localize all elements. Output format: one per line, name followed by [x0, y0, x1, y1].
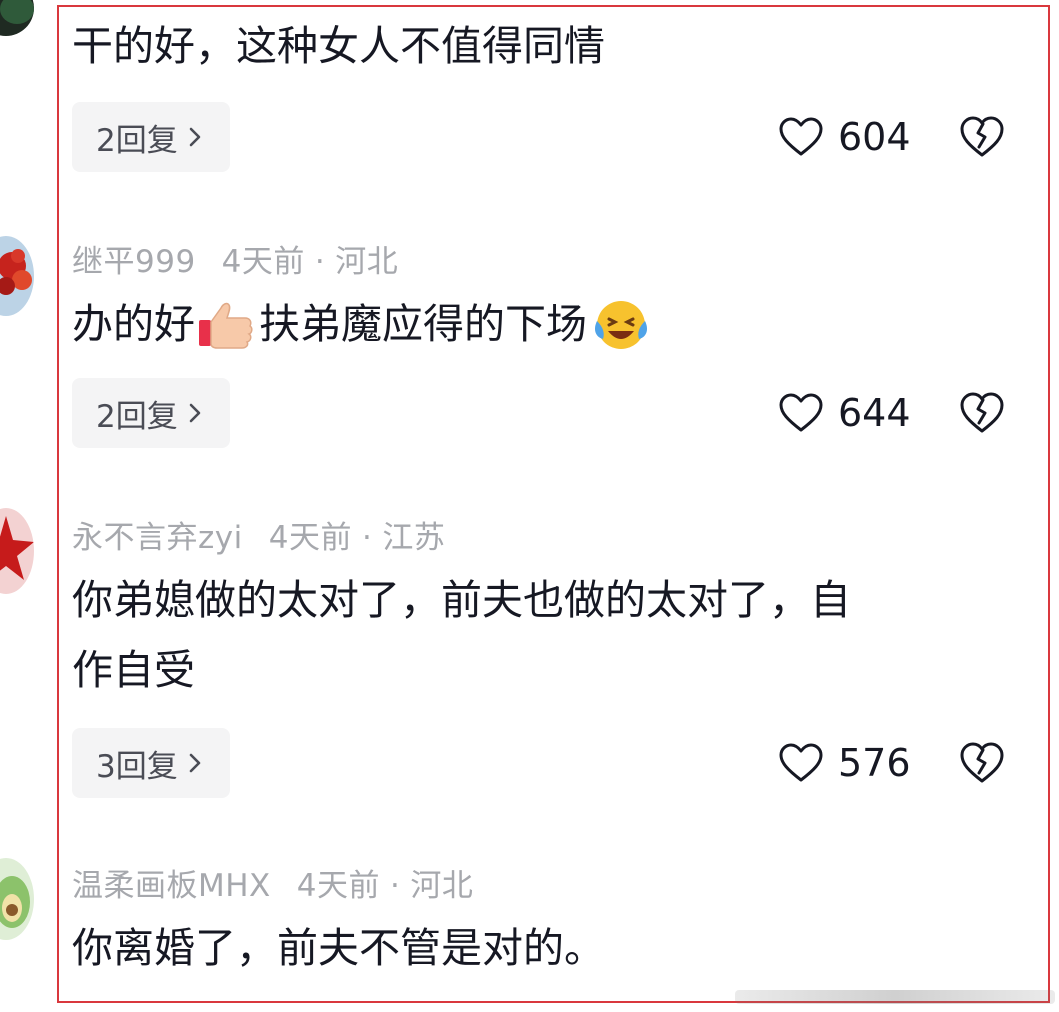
comment-meta: 温柔画板MHX 4天前 · 河北 — [72, 860, 473, 905]
location: 江苏 — [382, 520, 446, 556]
avatar-comment-2[interactable] — [0, 236, 34, 316]
broken-heart-icon[interactable] — [958, 740, 1006, 786]
reply-count-label: 3回复 — [96, 748, 178, 785]
time-ago: 4天前 — [296, 868, 381, 904]
chevron-right-icon — [189, 753, 201, 773]
heart-icon — [779, 393, 823, 432]
location: 河北 — [335, 244, 399, 280]
avatar-comment-4[interactable] — [0, 858, 34, 940]
like-count: 576 — [838, 741, 911, 785]
comment-text-line: 作自受 — [72, 646, 195, 694]
comment-meta: 永不言弃zyi 4天前 · 江苏 — [72, 512, 445, 557]
meta-dot: · — [361, 520, 373, 556]
comment-text-part: 扶弟魔应得的下场 — [259, 300, 587, 348]
broken-heart-icon[interactable] — [958, 114, 1006, 160]
time-ago: 4天前 — [268, 520, 352, 556]
view-replies-button[interactable]: 2回复 — [72, 378, 230, 448]
broken-heart-icon[interactable] — [958, 390, 1006, 436]
view-replies-button[interactable]: 3回复 — [72, 728, 230, 798]
reply-count-label: 2回复 — [96, 398, 178, 435]
time-ago: 4天前 — [221, 244, 305, 280]
comment-meta: 继平999 4天前 · 河北 — [72, 236, 398, 281]
heart-icon — [779, 117, 823, 156]
thumbs-up-emoji-icon — [199, 302, 253, 349]
comment-text-line: 你弟媳做的太对了，前夫也做的太对了，自 — [72, 576, 851, 624]
like-count: 604 — [838, 115, 911, 159]
chevron-right-icon — [189, 403, 201, 423]
avatar-comment-1[interactable] — [0, 0, 34, 36]
reply-count-label: 2回复 — [96, 122, 178, 159]
watermark — [735, 990, 1055, 1004]
comment-text: 办的好 扶弟魔应得的下场 — [72, 288, 651, 360]
username[interactable]: 永不言弃zyi — [72, 520, 243, 556]
chevron-right-icon — [189, 127, 201, 147]
location: 河北 — [410, 868, 474, 904]
view-replies-button[interactable]: 2回复 — [72, 102, 230, 172]
username[interactable]: 继平999 — [72, 244, 196, 280]
heart-icon — [779, 743, 823, 782]
comment-text: 你离婚了，前夫不管是对的。 — [72, 924, 605, 972]
like-button[interactable]: 604 — [778, 102, 911, 172]
laughing-crying-emoji-icon — [595, 301, 647, 349]
comment-text: 干的好，这种女人不值得同情 — [72, 22, 605, 70]
like-count: 644 — [838, 391, 911, 435]
meta-dot: · — [390, 868, 401, 904]
avatar-comment-3[interactable] — [0, 508, 34, 594]
username[interactable]: 温柔画板MHX — [72, 868, 271, 904]
like-button[interactable]: 576 — [778, 728, 911, 798]
like-button[interactable]: 644 — [778, 378, 911, 448]
comment-text-part: 办的好 — [72, 300, 195, 348]
meta-dot: · — [314, 244, 326, 280]
